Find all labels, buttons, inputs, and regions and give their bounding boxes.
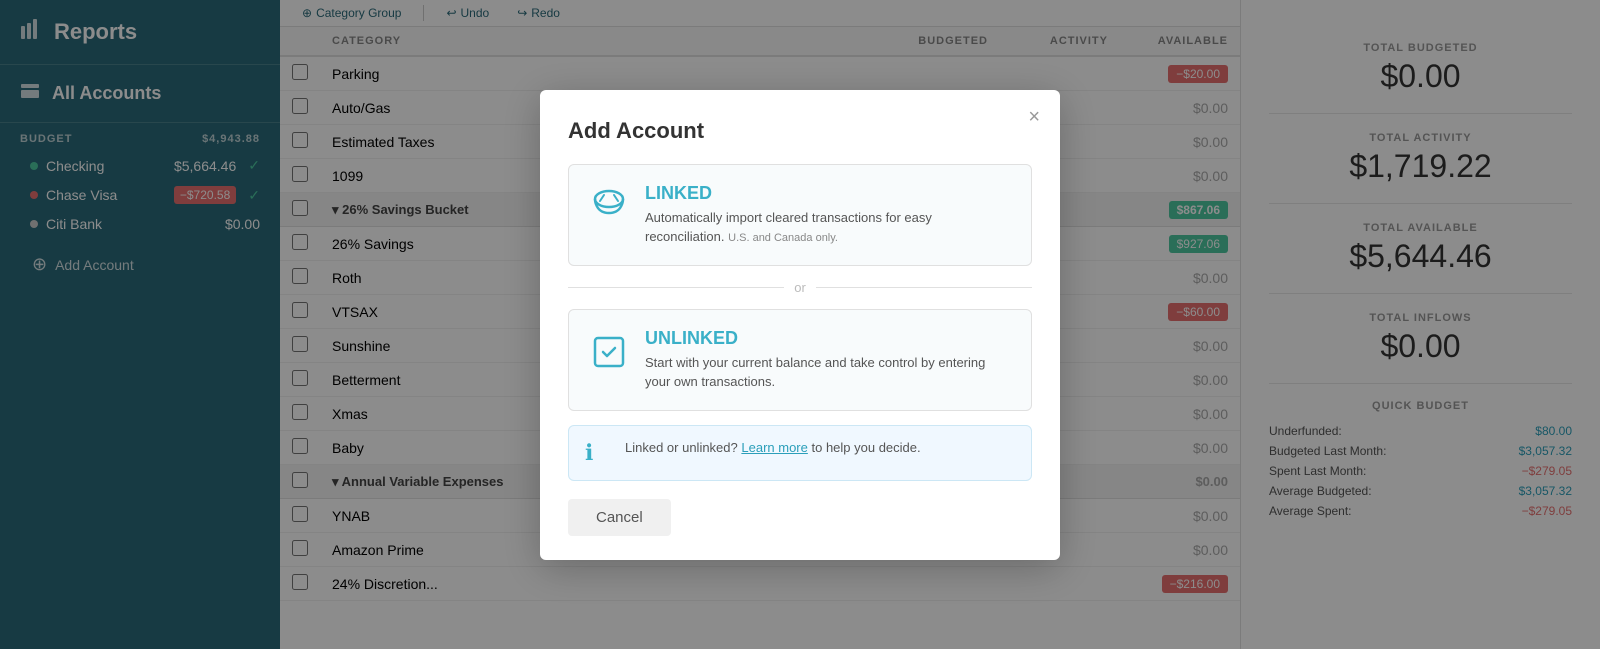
modal-close-button[interactable]: × bbox=[1028, 106, 1040, 129]
info-box: ℹ Linked or unlinked? Learn more to help… bbox=[568, 425, 1032, 481]
unlinked-icon bbox=[589, 334, 629, 370]
info-icon: ℹ bbox=[585, 440, 613, 466]
unlinked-option-card[interactable]: UNLINKED Start with your current balance… bbox=[568, 309, 1032, 411]
modal-overlay[interactable]: Add Account × LINKED Automatically impor… bbox=[0, 0, 1600, 649]
linked-option-content: LINKED Automatically import cleared tran… bbox=[645, 183, 1011, 247]
cancel-button[interactable]: Cancel bbox=[568, 499, 671, 536]
linked-icon bbox=[589, 187, 629, 225]
unlinked-desc: Start with your current balance and take… bbox=[645, 353, 1011, 392]
linked-desc: Automatically import cleared transaction… bbox=[645, 208, 1011, 247]
add-account-modal: Add Account × LINKED Automatically impor… bbox=[540, 90, 1060, 560]
linked-title: LINKED bbox=[645, 183, 1011, 204]
or-divider: or bbox=[568, 280, 1032, 295]
learn-more-link[interactable]: Learn more bbox=[741, 440, 807, 455]
linked-note: U.S. and Canada only. bbox=[728, 232, 838, 244]
or-label: or bbox=[794, 280, 806, 295]
modal-title: Add Account bbox=[568, 118, 1032, 144]
unlinked-title: UNLINKED bbox=[645, 328, 1011, 349]
info-text: Linked or unlinked? Learn more to help y… bbox=[625, 440, 921, 455]
unlinked-option-content: UNLINKED Start with your current balance… bbox=[645, 328, 1011, 392]
linked-option-card[interactable]: LINKED Automatically import cleared tran… bbox=[568, 164, 1032, 266]
modal-footer: Cancel bbox=[568, 499, 1032, 536]
